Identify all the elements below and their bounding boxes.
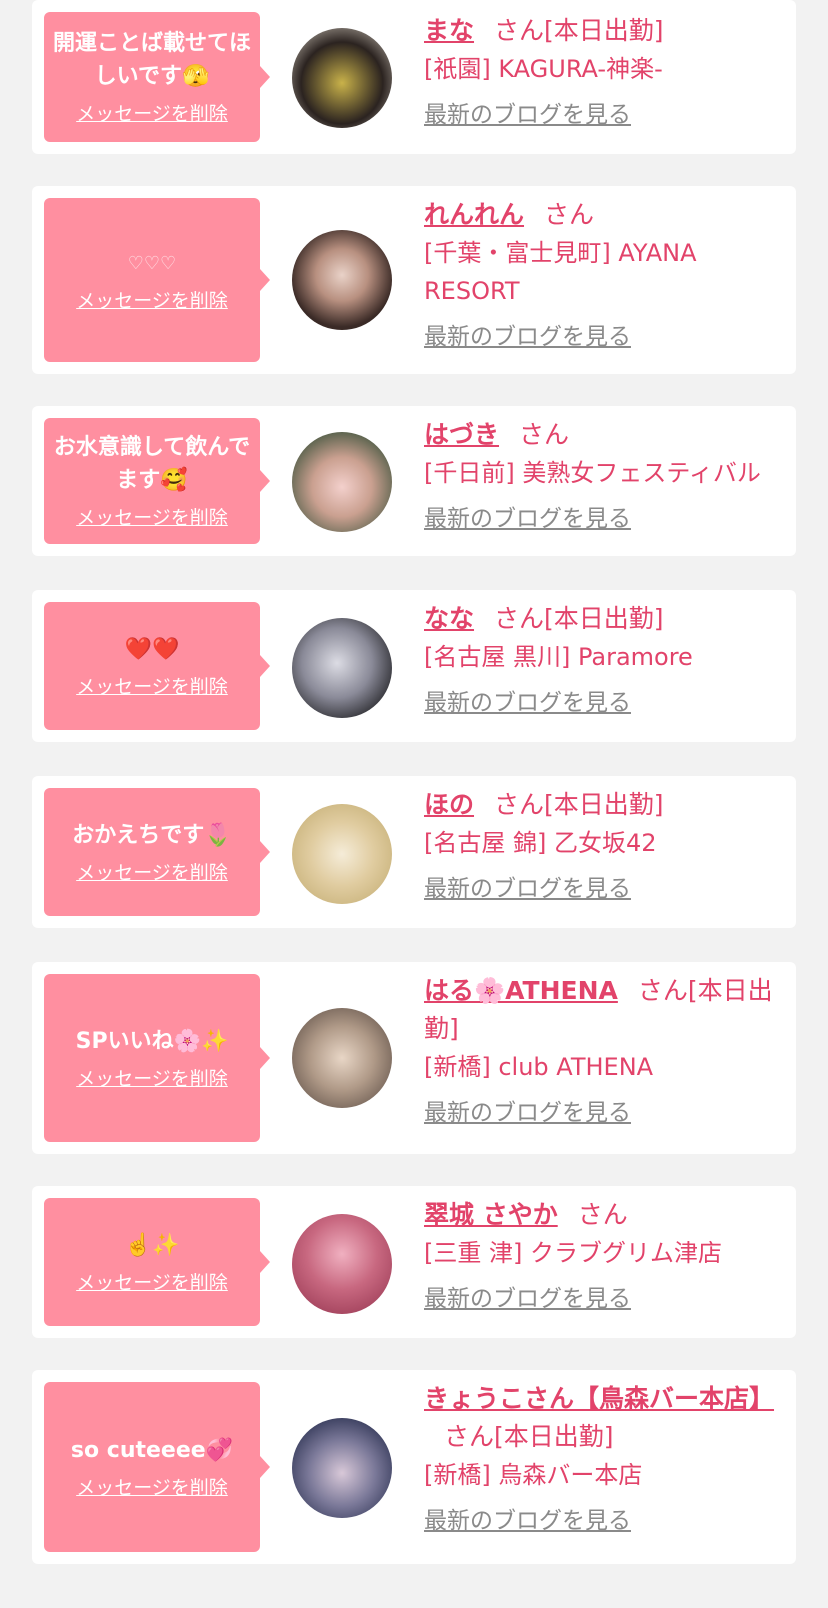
cast-info: まな さん[本日出勤] [祇園] KAGURA-神楽- 最新のブログを見る [424, 12, 782, 130]
cast-info: はる🌸ATHENA さん[本日出勤] [新橋] club ATHENA 最新のブロ… [424, 972, 782, 1128]
cast-info: はづき さん [千日前] 美熟女フェスティバル 最新のブログを見る [424, 416, 782, 534]
latest-blog-link[interactable]: 最新のブログを見る [424, 100, 782, 130]
cast-info: きょうこさん【鳥森バー本店】さん[本日出勤] [新橋] 烏森バー本店 最新のブロ… [424, 1380, 782, 1536]
work-status: [本日出勤] [494, 1422, 614, 1451]
delete-message-link[interactable]: メッセージを削除 [76, 288, 228, 314]
message-list: 開運ことば載せてほしいです🫣 メッセージを削除 まな さん[本日出勤] [祇園] … [0, 0, 828, 1608]
cast-name-link[interactable]: はづき [424, 420, 499, 449]
message-card: お水意識して飲んでます🥰 メッセージを削除 はづき さん [千日前] 美熟女フェス… [32, 406, 796, 556]
delete-message-link[interactable]: メッセージを削除 [76, 674, 228, 700]
latest-blog-link[interactable]: 最新のブログを見る [424, 322, 782, 352]
cast-info: れんれん さん [千葉・富士見町] AYANA RESORT 最新のブログを見る [424, 196, 782, 352]
honorific: さん [637, 976, 688, 1005]
message-bubble: おかえちです🌷 メッセージを削除 [44, 788, 270, 916]
avatar[interactable] [292, 432, 392, 532]
message-bubble: so cuteeee💞 メッセージを削除 [44, 1382, 270, 1552]
latest-blog-link[interactable]: 最新のブログを見る [424, 504, 782, 534]
cast-info: なな さん[本日出勤] [名古屋 黒川] Paramore 最新のブログを見る [424, 600, 782, 718]
message-bubble: お水意識して飲んでます🥰 メッセージを削除 [44, 418, 270, 544]
work-status: [本日出勤] [544, 790, 664, 819]
message-text: ☝️✨ [124, 1232, 180, 1258]
avatar[interactable] [292, 28, 392, 128]
message-card: so cuteeee💞 メッセージを削除 きょうこさん【鳥森バー本店】さん[本日… [32, 1370, 796, 1564]
message-card: ❤️❤️ メッセージを削除 なな さん[本日出勤] [名古屋 黒川] Paramo… [32, 590, 796, 742]
shop-name: [新橋] club ATHENA [424, 1053, 654, 1081]
delete-message-link[interactable]: メッセージを削除 [76, 1270, 228, 1296]
message-card: おかえちです🌷 メッセージを削除 ほの さん[本日出勤] [名古屋 錦] 乙女坂4… [32, 776, 796, 928]
cast-name-link[interactable]: れんれん [424, 200, 524, 229]
avatar[interactable] [292, 1418, 392, 1518]
work-status: [本日出勤] [544, 604, 664, 633]
honorific: さん [494, 16, 545, 45]
message-bubble: ♡♡♡ メッセージを削除 [44, 198, 270, 362]
shop-name: [名古屋 錦] 乙女坂42 [424, 829, 657, 857]
message-text: ❤️❤️ [124, 636, 180, 662]
cast-info: 翠城 さやか さん [三重 津] クラブグリム津店 最新のブログを見る [424, 1196, 782, 1314]
cast-name-link[interactable]: はる🌸ATHENA [424, 976, 618, 1005]
shop-name: [千日前] 美熟女フェスティバル [424, 459, 761, 487]
message-text: おかえちです🌷 [72, 822, 232, 848]
message-text: ♡♡♡ [127, 252, 177, 274]
honorific: さん [544, 200, 595, 229]
work-status: [本日出勤] [544, 16, 664, 45]
delete-message-link[interactable]: メッセージを削除 [76, 101, 228, 127]
message-text: so cuteeee💞 [70, 1437, 234, 1463]
delete-message-link[interactable]: メッセージを削除 [76, 1066, 228, 1092]
message-bubble: ☝️✨ メッセージを削除 [44, 1198, 270, 1326]
cast-name-link[interactable]: まな [424, 16, 474, 45]
latest-blog-link[interactable]: 最新のブログを見る [424, 1284, 782, 1314]
delete-message-link[interactable]: メッセージを削除 [76, 505, 228, 531]
avatar[interactable] [292, 230, 392, 330]
message-text: SPいいね🌸✨ [75, 1028, 229, 1054]
message-card: SPいいね🌸✨ メッセージを削除 はる🌸ATHENA さん[本日出勤] [新橋] … [32, 962, 796, 1154]
message-bubble: ❤️❤️ メッセージを削除 [44, 602, 270, 730]
shop-name: [千葉・富士見町] AYANA RESORT [424, 239, 697, 305]
cast-name-link[interactable]: 翠城 さやか [424, 1200, 558, 1229]
message-text: お水意識して飲んでます🥰 [53, 435, 251, 493]
shop-name: [祇園] KAGURA-神楽- [424, 55, 663, 83]
cast-name-link[interactable]: きょうこさん【鳥森バー本店】 [424, 1384, 774, 1413]
message-card: ☝️✨ メッセージを削除 翠城 さやか さん [三重 津] クラブグリム津店 最新… [32, 1186, 796, 1338]
avatar[interactable] [292, 1008, 392, 1108]
delete-message-link[interactable]: メッセージを削除 [76, 1475, 228, 1501]
cast-name-link[interactable]: なな [424, 604, 474, 633]
message-bubble: SPいいね🌸✨ メッセージを削除 [44, 974, 270, 1142]
avatar[interactable] [292, 804, 392, 904]
shop-name: [三重 津] クラブグリム津店 [424, 1239, 722, 1267]
message-bubble: 開運ことば載せてほしいです🫣 メッセージを削除 [44, 12, 270, 142]
cast-info: ほの さん[本日出勤] [名古屋 錦] 乙女坂42 最新のブログを見る [424, 786, 782, 904]
shop-name: [名古屋 黒川] Paramore [424, 643, 693, 671]
latest-blog-link[interactable]: 最新のブログを見る [424, 1098, 782, 1128]
avatar[interactable] [292, 1214, 392, 1314]
latest-blog-link[interactable]: 最新のブログを見る [424, 874, 782, 904]
honorific: さん [519, 420, 570, 449]
latest-blog-link[interactable]: 最新のブログを見る [424, 688, 782, 718]
message-card: ♡♡♡ メッセージを削除 れんれん さん [千葉・富士見町] AYANA RESO… [32, 186, 796, 374]
avatar[interactable] [292, 618, 392, 718]
cast-name-link[interactable]: ほの [424, 790, 474, 819]
shop-name: [新橋] 烏森バー本店 [424, 1461, 643, 1489]
honorific: さん [494, 604, 545, 633]
message-text: 開運ことば載せてほしいです🫣 [52, 31, 251, 89]
latest-blog-link[interactable]: 最新のブログを見る [424, 1506, 782, 1536]
honorific: さん [494, 790, 545, 819]
message-card: 開運ことば載せてほしいです🫣 メッセージを削除 まな さん[本日出勤] [祇園] … [32, 0, 796, 154]
delete-message-link[interactable]: メッセージを削除 [76, 860, 228, 886]
honorific: さん [577, 1200, 628, 1229]
honorific: さん [444, 1422, 495, 1451]
